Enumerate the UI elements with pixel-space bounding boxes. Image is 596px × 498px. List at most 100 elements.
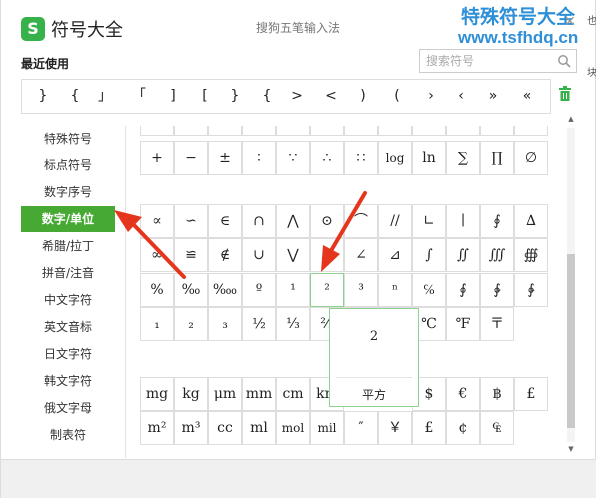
recent-symbol[interactable]: › [414,80,448,113]
symbol-cell[interactable]: ∟ [412,204,446,238]
symbol-cell[interactable]: ∴ [310,141,344,175]
symbol-cell[interactable]: mg [140,377,174,411]
symbol-cell[interactable]: ln [412,141,446,175]
symbol-cell[interactable]: ∆ [514,204,548,238]
symbol-cell[interactable]: ⊥ [310,238,344,272]
symbol-cell[interactable]: £ [412,411,446,445]
symbol-cell[interactable]: ⌒ [344,204,378,238]
scroll-up-icon[interactable]: ▲ [566,114,576,124]
recent-symbol[interactable]: [ [188,80,222,113]
symbol-cell[interactable] [480,126,514,136]
symbol-cell[interactable]: ∵ [276,141,310,175]
category-item[interactable]: 制表符 [21,422,115,448]
symbol-cell[interactable] [174,126,208,136]
category-item[interactable]: 韩文字符 [21,368,115,394]
symbol-cell[interactable]: ⁿ [378,273,412,307]
recent-symbol[interactable]: } [26,80,60,113]
symbol-cell[interactable]: // [378,204,412,238]
recent-symbol[interactable]: « [510,80,544,113]
symbol-cell[interactable]: ∲ [480,273,514,307]
symbol-cell[interactable]: ∮ [480,204,514,238]
category-item[interactable]: 数字序号 [21,179,115,205]
symbol-cell[interactable]: ¹ [276,273,310,307]
symbol-cell[interactable]: cc [208,411,242,445]
scroll-down-icon[interactable]: ▼ [566,444,576,454]
symbol-cell[interactable]: mil [310,411,344,445]
category-item[interactable]: 日文字符 [21,341,115,367]
search-icon[interactable] [557,54,571,68]
symbol-cell[interactable]: € [446,377,480,411]
symbol-cell[interactable]: kg [174,377,208,411]
symbol-cell[interactable]: − [174,141,208,175]
symbol-cell[interactable]: ∬ [446,238,480,272]
symbol-cell[interactable]: ² [310,273,344,307]
recent-symbol[interactable]: } [218,80,252,113]
symbol-cell[interactable] [514,126,548,136]
symbol-cell[interactable]: % [140,273,174,307]
symbol-cell[interactable]: £ [514,377,548,411]
category-item[interactable]: 特殊符号 [21,126,115,152]
recent-symbol[interactable]: » [476,80,510,113]
symbol-cell[interactable]: ∠ [344,238,378,272]
symbol-cell[interactable]: ∮ [446,273,480,307]
recent-symbol[interactable]: 」 [88,80,122,113]
symbol-cell[interactable]: ∫ [412,238,446,272]
symbol-cell[interactable]: ∏ [480,141,514,175]
symbol-cell[interactable]: ∑ [446,141,480,175]
symbol-cell[interactable]: mol [276,411,310,445]
symbol-cell[interactable]: ∭ [480,238,514,272]
symbol-cell[interactable]: ⊿ [378,238,412,272]
symbol-cell[interactable] [446,126,480,136]
symbol-cell[interactable]: + [140,141,174,175]
recent-symbol[interactable]: ( [380,80,414,113]
symbol-cell[interactable]: cm [276,377,310,411]
symbol-cell[interactable]: ₂ [174,307,208,341]
symbol-cell[interactable]: ⅓ [276,307,310,341]
symbol-cell[interactable] [310,126,344,136]
symbol-cell[interactable]: ￥ [378,411,412,445]
symbol-cell[interactable]: ∽ [174,204,208,238]
recent-symbol[interactable]: ‹ [444,80,478,113]
recent-symbol[interactable]: > [280,80,314,113]
symbol-cell[interactable]: ∶ [242,141,276,175]
symbol-cell[interactable]: ∈ [208,204,242,238]
symbol-cell[interactable]: ≌ [174,238,208,272]
symbol-cell[interactable]: ₃ [208,307,242,341]
symbol-cell[interactable]: ∳ [514,273,548,307]
trash-icon[interactable] [558,86,572,102]
symbol-cell[interactable]: ‰ [174,273,208,307]
symbol-cell[interactable]: m² [140,411,174,445]
symbol-cell[interactable]: ∅ [514,141,548,175]
category-item[interactable]: 标点符号 [21,152,115,178]
symbol-cell[interactable]: ℅ [412,273,446,307]
symbol-cell[interactable]: ℉ [446,307,480,341]
symbol-cell[interactable] [378,126,412,136]
scrollbar[interactable]: ▲ ▼ [566,114,576,454]
recent-symbol[interactable]: { [58,80,92,113]
recent-symbol[interactable]: ) [346,80,380,113]
symbol-cell[interactable]: m³ [174,411,208,445]
recent-symbol[interactable]: ] [156,80,190,113]
category-item[interactable]: 中文字符 [21,287,115,313]
symbol-cell[interactable]: ‱ [208,273,242,307]
close-icon[interactable]: ✕ [564,14,576,30]
symbol-cell[interactable]: ml [242,411,276,445]
recent-symbol[interactable]: < [314,80,348,113]
category-item[interactable]: 俄文字母 [21,395,115,421]
symbol-cell[interactable]: ⊙ [310,204,344,238]
symbol-cell[interactable]: mm [242,377,276,411]
symbol-cell[interactable]: ³ [344,273,378,307]
symbol-cell[interactable]: ½ [242,307,276,341]
symbol-cell[interactable] [208,126,242,136]
search-box[interactable] [419,49,577,73]
symbol-cell[interactable] [344,126,378,136]
symbol-cell[interactable]: ± [208,141,242,175]
category-item[interactable]: 希腊/拉丁 [21,233,115,259]
scroll-thumb[interactable] [567,254,575,428]
category-item[interactable]: 英文音标 [21,314,115,340]
symbol-cell[interactable]: ∪ [242,238,276,272]
symbol-cell[interactable]: log [378,141,412,175]
symbol-cell[interactable]: μm [208,377,242,411]
category-item[interactable]: 拼音/注音 [21,260,115,286]
category-item[interactable]: 数字/单位 [21,206,115,232]
